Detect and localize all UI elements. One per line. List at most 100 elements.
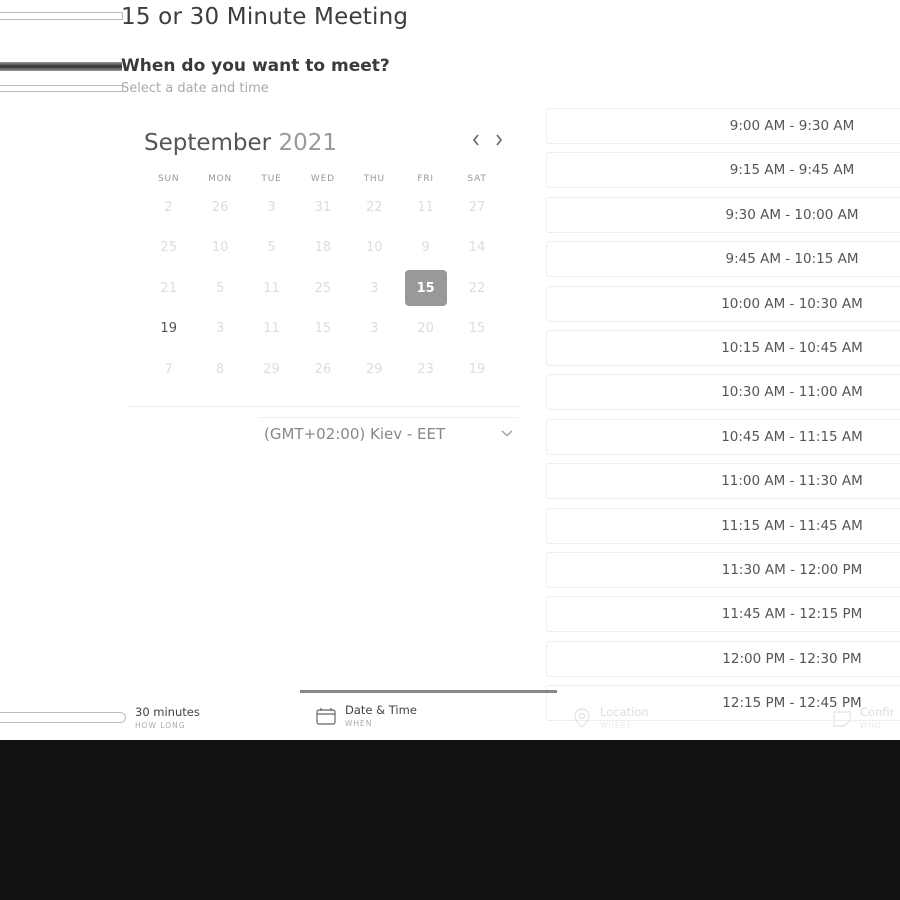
- day-number: 10: [211, 240, 229, 255]
- day-number: 7: [164, 361, 173, 377]
- calendar-day: 2: [143, 189, 194, 225]
- calendar-day: 19: [451, 351, 502, 387]
- time-slot[interactable]: 12:00 PM - 12:30 PM: [546, 640, 900, 677]
- note-icon: [833, 711, 851, 727]
- time-slot-label: 11:45 AM - 12:15 PM: [721, 606, 863, 623]
- day-number: 3: [370, 321, 379, 336]
- calendar-day: 25: [297, 270, 348, 306]
- selected-day[interactable]: 15: [400, 270, 451, 306]
- calendar-day[interactable]: 19: [143, 311, 194, 347]
- next-month-button[interactable]: [492, 132, 506, 152]
- time-slot-label: 10:30 AM - 11:00 AM: [721, 384, 863, 401]
- time-slot[interactable]: 10:00 AM - 10:30 AM: [546, 285, 900, 322]
- weekday-label: SAT: [467, 174, 487, 184]
- calendar-day: 18: [297, 230, 348, 266]
- weekday-label: THU: [363, 174, 385, 184]
- day-number: 11: [417, 199, 434, 215]
- timezone-select[interactable]: (GMT+02:00) Kiev - EET: [264, 425, 445, 443]
- day-number: 23: [417, 361, 434, 377]
- calendar-week-row: 25 10 5 18 10 9 14: [143, 230, 503, 266]
- time-slot-label: 11:30 AM - 12:00 PM: [721, 561, 863, 578]
- time-slot[interactable]: 10:15 AM - 10:45 AM: [546, 329, 900, 366]
- step-duration-sub: HOW LONG: [135, 721, 186, 730]
- calendar-day: 20: [400, 311, 451, 347]
- time-slot[interactable]: 9:30 AM - 10:00 AM: [546, 196, 900, 233]
- step-location-label[interactable]: Location: [600, 705, 649, 719]
- chevron-right-icon: [496, 134, 503, 146]
- sidebar-bar: [0, 12, 123, 20]
- calendar-day: 11: [246, 270, 297, 306]
- calendar-day: 3: [349, 270, 400, 306]
- calendar-day: 8: [194, 351, 245, 387]
- time-slot[interactable]: 11:45 AM - 12:15 PM: [546, 596, 900, 633]
- calendar-day: 26: [297, 351, 348, 387]
- time-slot-label: 10:45 AM - 11:15 AM: [721, 428, 863, 445]
- day-number: 22: [468, 280, 486, 296]
- weekday-label: TUE: [261, 174, 282, 184]
- day-number: 15: [404, 270, 447, 306]
- time-slot[interactable]: 11:00 AM - 11:30 AM: [546, 463, 900, 500]
- timezone-underline: [258, 417, 518, 418]
- step-bar: 30 minutes HOW LONG Date & Time WHEN Loc…: [0, 690, 900, 740]
- calendar-day: 29: [349, 351, 400, 387]
- calendar-day: 25: [143, 230, 194, 266]
- time-slot[interactable]: 11:15 AM - 11:45 AM: [546, 507, 900, 544]
- calendar-day: 5: [194, 270, 245, 306]
- day-number: 5: [215, 280, 225, 296]
- day-number: 19: [160, 321, 177, 336]
- time-slot[interactable]: 10:30 AM - 11:00 AM: [546, 374, 900, 411]
- chevron-down-icon[interactable]: [500, 426, 514, 440]
- time-slot-list: 9:00 AM - 9:30 AM 9:15 AM - 9:45 AM 9:30 A…: [546, 108, 900, 729]
- day-number: 2: [164, 199, 173, 215]
- day-number: 26: [314, 361, 332, 377]
- calendar-week-row: 2 26 3 31 22 11 27: [143, 189, 503, 225]
- weekday-label: FRI: [417, 174, 434, 184]
- sidebar-bar-active[interactable]: [0, 62, 122, 71]
- calendar-day: 10: [349, 230, 400, 266]
- calendar-day: 27: [451, 189, 502, 225]
- day-number: 11: [263, 280, 280, 296]
- calendar-day: 26: [194, 189, 245, 225]
- time-slot[interactable]: 9:45 AM - 10:15 AM: [546, 241, 900, 278]
- step-location-sub: WHERE: [600, 721, 633, 730]
- month-name: September: [144, 130, 272, 156]
- prev-month-button[interactable]: [469, 132, 483, 152]
- day-number: 29: [365, 361, 383, 377]
- time-slot[interactable]: 10:45 AM - 11:15 AM: [546, 418, 900, 455]
- time-slot-label: 9:45 AM - 10:15 AM: [725, 251, 859, 268]
- day-number: 10: [365, 240, 383, 255]
- step-confirm-label[interactable]: Confir: [860, 705, 894, 719]
- time-slot-label: 10:15 AM - 10:45 AM: [721, 339, 863, 356]
- weekday-header: SUN MON TUE WED THU FRI SAT: [143, 174, 503, 184]
- calendar-day: 3: [246, 189, 297, 225]
- time-slot[interactable]: 11:30 AM - 12:00 PM: [546, 551, 900, 588]
- calendar-day: 31: [297, 189, 348, 225]
- day-number: 31: [314, 199, 332, 215]
- calendar-day: 21: [143, 270, 194, 306]
- calendar-month-label: September 2021: [144, 130, 337, 156]
- step-confirm-sub: WHO: [860, 721, 882, 730]
- calendar-day: 10: [194, 230, 245, 266]
- section-heading: When do you want to meet?: [121, 56, 390, 76]
- duration-pill[interactable]: [0, 712, 126, 723]
- time-slot-label: 10:00 AM - 10:30 AM: [721, 295, 863, 312]
- day-number: 15: [468, 321, 486, 336]
- day-number: 25: [160, 240, 177, 255]
- active-step-indicator: [300, 690, 557, 693]
- booking-page: 15 or 30 Minute Meeting When do you want…: [0, 0, 900, 740]
- time-slot-label: 9:00 AM - 9:30 AM: [729, 118, 855, 134]
- step-datetime-sub: WHEN: [345, 719, 373, 728]
- time-slot[interactable]: 9:00 AM - 9:30 AM: [546, 108, 900, 144]
- day-number: 18: [314, 240, 332, 255]
- day-number: 27: [468, 199, 486, 215]
- calendar-day: 5: [246, 230, 297, 266]
- page-title: 15 or 30 Minute Meeting: [121, 4, 409, 30]
- section-subtext: Select a date and time: [121, 81, 269, 96]
- step-duration-label[interactable]: 30 minutes: [135, 705, 200, 719]
- step-datetime-label[interactable]: Date & Time: [345, 703, 417, 717]
- calendar-day: 3: [349, 311, 400, 347]
- time-slot[interactable]: 9:15 AM - 9:45 AM: [546, 152, 900, 189]
- year-label: 2021: [278, 130, 337, 156]
- time-slot-label: 11:00 AM - 11:30 AM: [721, 473, 863, 490]
- calendar-week-row: 7 8 29 26 29 23 19: [143, 351, 503, 387]
